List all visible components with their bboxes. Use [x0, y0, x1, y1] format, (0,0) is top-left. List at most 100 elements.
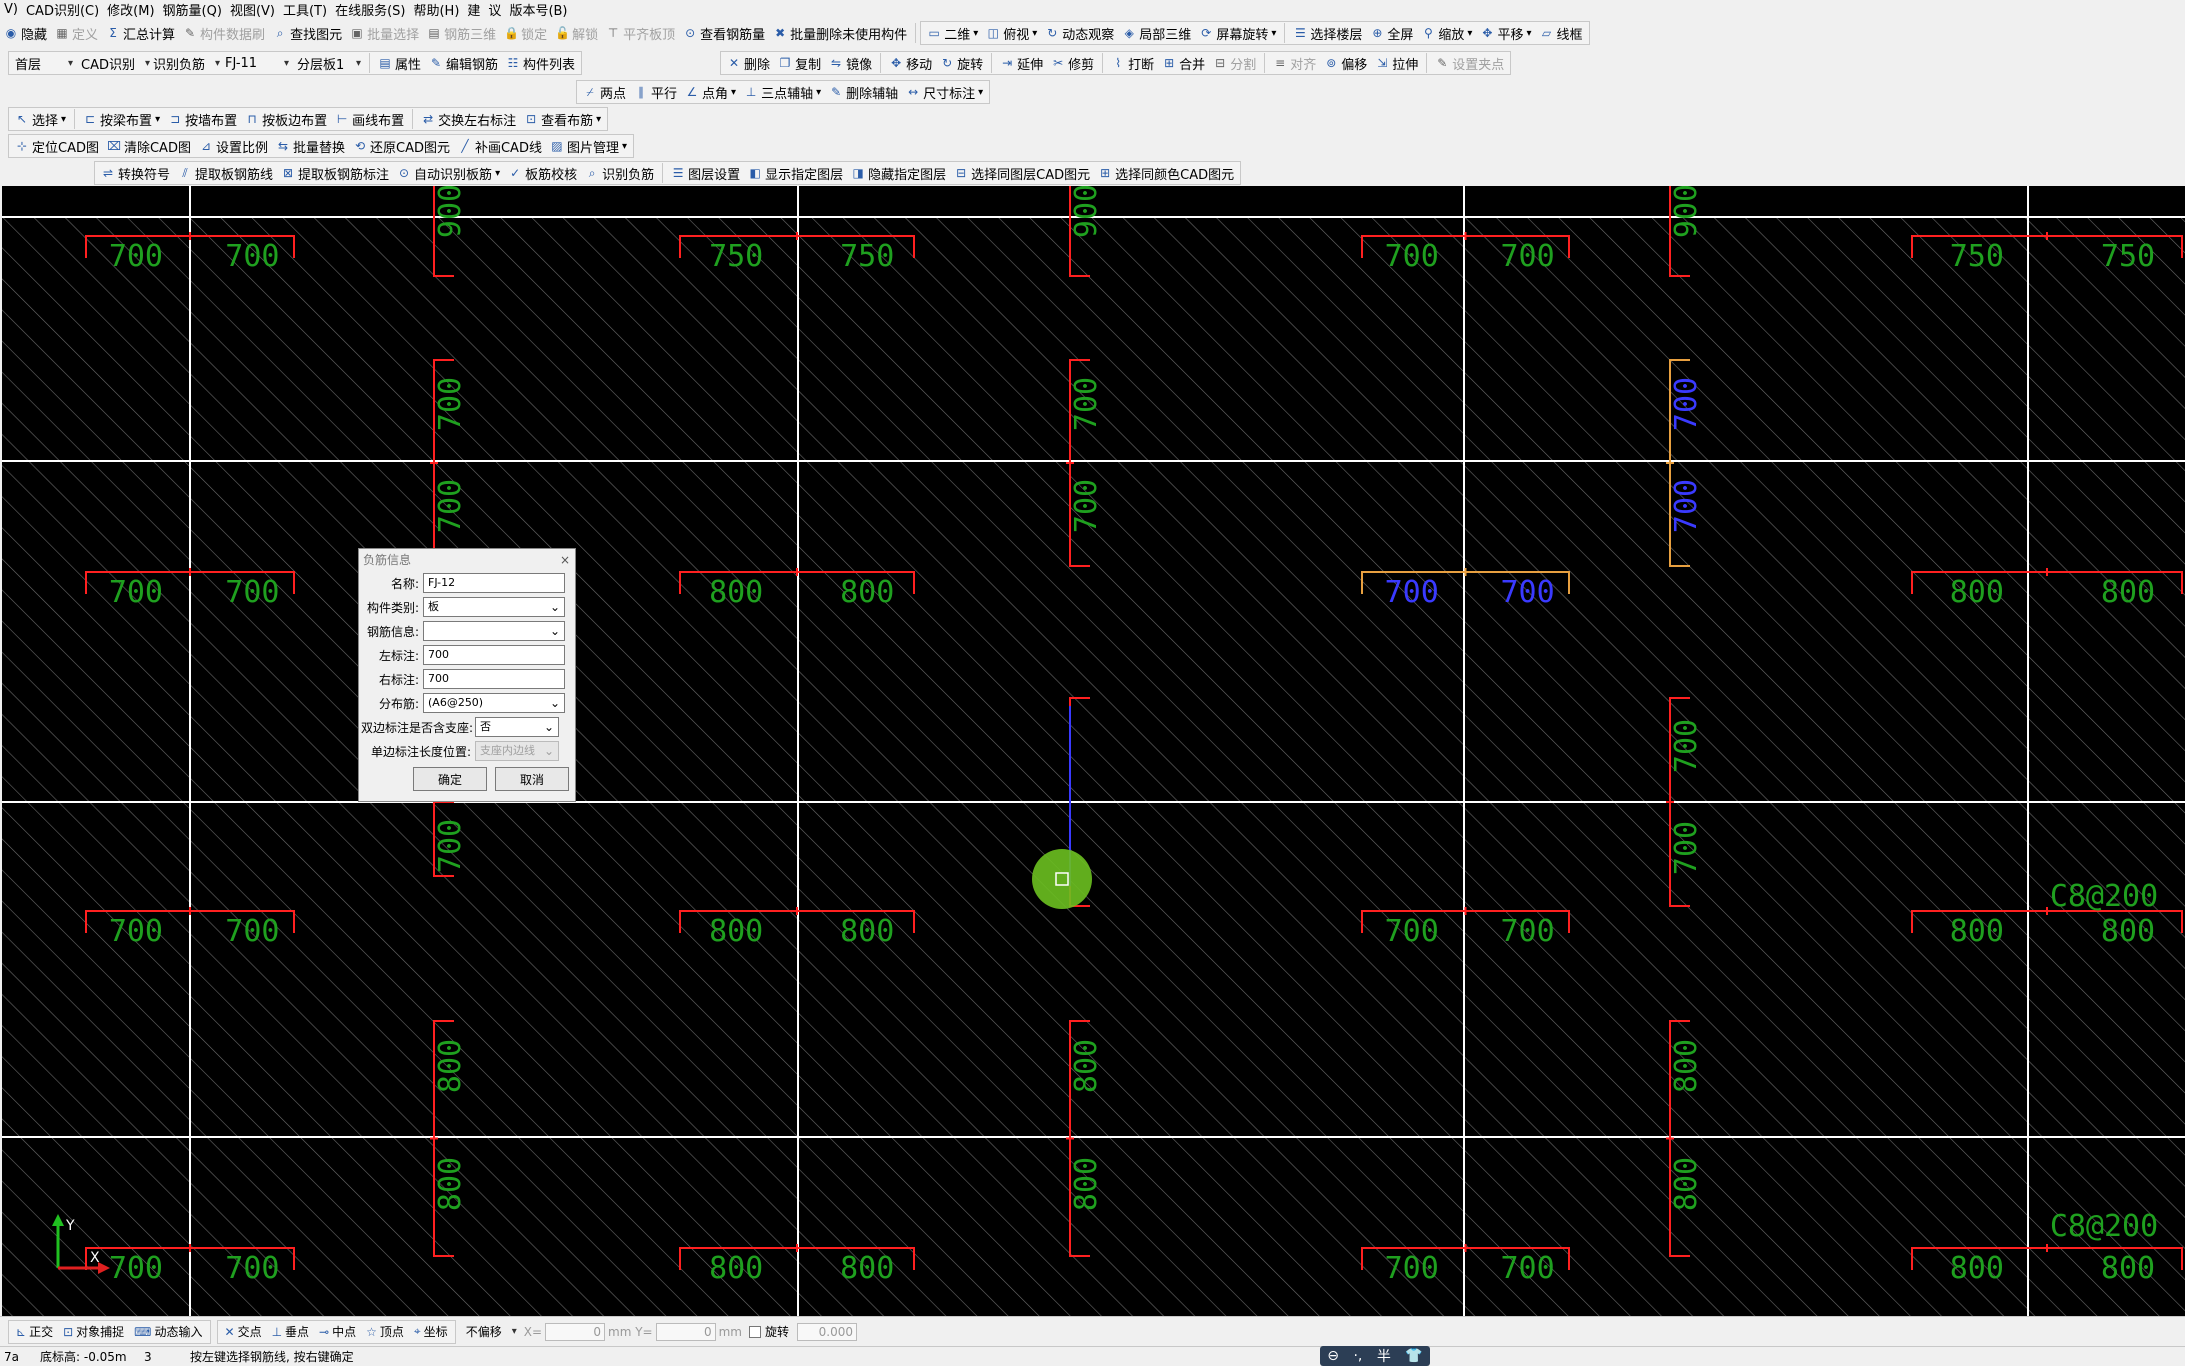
clear-cad-button[interactable]: ⌧ 清除CAD图	[103, 135, 195, 157]
field-select[interactable]: 板	[423, 597, 565, 617]
three-point-axis-button[interactable]: ⊥ 三点辅轴 ▾	[740, 81, 825, 103]
ime-item[interactable]: 👕	[1405, 1348, 1422, 1364]
lock-button[interactable]: 🔒 锁定	[500, 22, 551, 44]
menu-item[interactable]: 议	[484, 0, 505, 19]
extend-button[interactable]: ⇥ 延伸	[996, 52, 1047, 74]
batch-replace-button[interactable]: ⇆ 批量替换	[272, 135, 349, 157]
selector-dropdown[interactable]: 首层	[11, 53, 77, 73]
batch-select-button[interactable]: ▣ 批量选择	[346, 22, 423, 44]
cad-drawing-canvas[interactable]: 700 700 750 750 700 700 750 750 700 700 800 800 700 7…	[2, 186, 2185, 1316]
mirror-button[interactable]: ⇋ 镜像	[825, 52, 876, 74]
ok-button[interactable]: 确定	[413, 767, 487, 791]
line-layout-button[interactable]: ⊢ 画线布置	[331, 108, 408, 130]
field-input[interactable]: FJ-12	[423, 573, 565, 593]
show-layer-button[interactable]: ◧ 显示指定图层	[744, 162, 847, 184]
align-button[interactable]: ≡ 对齐	[1269, 52, 1320, 74]
point-angle-button[interactable]: ∠ 点角 ▾	[681, 81, 740, 103]
move-button[interactable]: ✥ 移动	[885, 52, 936, 74]
menu-item[interactable]: 钢筋量(Q)	[159, 0, 226, 19]
cursor-button[interactable]: ↖ 选择 ▾	[11, 108, 70, 130]
selector-dropdown[interactable]: CAD识别	[77, 53, 149, 73]
stretch-button[interactable]: ⇲ 拉伸	[1371, 52, 1422, 74]
double-label-select[interactable]: 否	[475, 717, 559, 737]
menu-item[interactable]: 视图(V)	[226, 0, 279, 19]
view-layout-button[interactable]: ⊡ 查看布筋 ▾	[520, 108, 605, 130]
split-button[interactable]: ⊟ 分割	[1209, 52, 1260, 74]
extract-label-button[interactable]: ⊠ 提取板钢筋标注	[277, 162, 393, 184]
menu-item[interactable]: 修改(M)	[103, 0, 158, 19]
swap-label-button[interactable]: ⇄ 交换左右标注	[417, 108, 520, 130]
menu-item[interactable]: 工具(T)	[279, 0, 331, 19]
menu-item[interactable]: 在线服务(S)	[331, 0, 409, 19]
rotate-input[interactable]: 0.000	[797, 1322, 857, 1341]
selector-dropdown[interactable]: 识别负筋	[149, 53, 221, 73]
ime-item[interactable]: 半	[1377, 1346, 1391, 1366]
identify-neg-button[interactable]: ⌕ 识别负筋	[581, 162, 658, 184]
slab-edge-layout-button[interactable]: ⊓ 按板边布置	[241, 108, 331, 130]
define-button[interactable]: ▦ 定义	[51, 22, 102, 44]
pan-button[interactable]: ✥ 平移 ▾	[1476, 22, 1535, 44]
check-button[interactable]: ✓ 板筋校核	[504, 162, 581, 184]
wireframe-button[interactable]: ▱ 线框	[1535, 22, 1586, 44]
image-manage-button[interactable]: ▨ 图片管理 ▾	[546, 135, 631, 157]
menu-item[interactable]: V)	[0, 2, 22, 17]
binoculars-button[interactable]: ⌕ 查找图元	[269, 22, 346, 44]
same-layer-button[interactable]: ⊟ 选择同图层CAD图元	[950, 162, 1094, 184]
unlock-button[interactable]: 🔓 解锁	[551, 22, 602, 44]
y-coordinate-input[interactable]: 0	[655, 1322, 716, 1341]
same-color-button[interactable]: ⊞ 选择同颜色CAD图元	[1094, 162, 1238, 184]
midpoint-toggle[interactable]: ⊸ 中点	[314, 1323, 361, 1340]
wall-layout-button[interactable]: ⊐ 按墙布置	[164, 108, 241, 130]
local-3d-button[interactable]: ◈ 局部三维	[1118, 22, 1195, 44]
hide-layer-button[interactable]: ◨ 隐藏指定图层	[847, 162, 950, 184]
trim-button[interactable]: ✂ 修剪	[1047, 52, 1098, 74]
parallel-axis-button[interactable]: ∥ 平行	[630, 81, 681, 103]
field-input[interactable]: 700	[423, 645, 565, 665]
rotate-button[interactable]: ↻ 旋转	[936, 52, 987, 74]
sigma-button[interactable]: Σ 汇总计算	[102, 22, 179, 44]
field-input[interactable]: 700	[423, 669, 565, 689]
eye-button[interactable]: ◉ 隐藏	[0, 22, 51, 44]
delete-button[interactable]: ✕ 删除	[723, 52, 774, 74]
restore-cad-button[interactable]: ⟲ 还原CAD图元	[349, 135, 454, 157]
x-coordinate-input[interactable]: 0	[545, 1322, 606, 1341]
dialog-titlebar[interactable]: 负筋信息 ×	[359, 549, 575, 571]
zoom-button[interactable]: ⚲ 缩放 ▾	[1417, 22, 1476, 44]
offset-button[interactable]: ⊚ 偏移	[1320, 52, 1371, 74]
ime-toolbar[interactable]: ⊖ ·, 半 👕	[1320, 1346, 1430, 1366]
snap-toggle[interactable]: ⊡ 对象捕捉	[58, 1323, 129, 1340]
beam-layout-button[interactable]: ⊏ 按梁布置 ▾	[79, 108, 164, 130]
break-button[interactable]: ⌇ 打断	[1107, 52, 1158, 74]
two-point-axis-button[interactable]: ⌿ 两点	[579, 81, 630, 103]
menu-item[interactable]: 帮助(H)	[409, 0, 463, 19]
selector-dropdown[interactable]: FJ-11	[221, 53, 293, 73]
dynamic-input-toggle[interactable]: ⌨ 动态输入	[129, 1323, 207, 1340]
merge-button[interactable]: ⊞ 合并	[1158, 52, 1209, 74]
locate-cad-button[interactable]: ⊹ 定位CAD图	[11, 135, 103, 157]
dimension-button[interactable]: ↔ 尺寸标注 ▾	[902, 81, 987, 103]
rotate-checkbox[interactable]	[748, 1325, 761, 1338]
field-select[interactable]	[423, 621, 565, 641]
brush-button[interactable]: ✎ 构件数据刷	[179, 22, 269, 44]
auto-identify-button[interactable]: ⊙ 自动识别板筋 ▾	[393, 162, 504, 184]
component-list-button[interactable]: ☷ 构件列表	[502, 52, 579, 74]
cad-drawing[interactable]: 700 700 750 750 700 700 750 750 700 700 800 800 700 7…	[2, 186, 2185, 1316]
2d-button[interactable]: ▭ 二维 ▾	[923, 22, 982, 44]
ime-item[interactable]: ·,	[1353, 1348, 1362, 1364]
selector-dropdown[interactable]: 分层板1	[293, 53, 365, 73]
copy-button[interactable]: ❐ 复制	[774, 52, 825, 74]
scale-button[interactable]: ⊿ 设置比例	[195, 135, 272, 157]
view-rebar-button[interactable]: ⊙ 查看钢筋量	[679, 22, 769, 44]
offset-dropdown[interactable]: 不偏移	[462, 1322, 521, 1342]
grip-button[interactable]: ✎ 设置夹点	[1431, 52, 1508, 74]
rebar-3d-button[interactable]: ▤ 钢筋三维	[423, 22, 500, 44]
ime-item[interactable]: ⊖	[1327, 1348, 1339, 1364]
ortho-toggle[interactable]: ⊾ 正交	[11, 1323, 58, 1340]
top-view-button[interactable]: ◫ 俯视 ▾	[982, 22, 1041, 44]
cancel-button[interactable]: 取消	[495, 767, 569, 791]
floor-select-button[interactable]: ☰ 选择楼层	[1289, 22, 1366, 44]
menu-item[interactable]: 版本号(B)	[505, 0, 571, 19]
edit-rebar-button[interactable]: ✎ 编辑钢筋	[425, 52, 502, 74]
perpendicular-toggle[interactable]: ⊥ 垂点	[267, 1323, 314, 1340]
draw-cad-line-button[interactable]: ╱ 补画CAD线	[454, 135, 546, 157]
